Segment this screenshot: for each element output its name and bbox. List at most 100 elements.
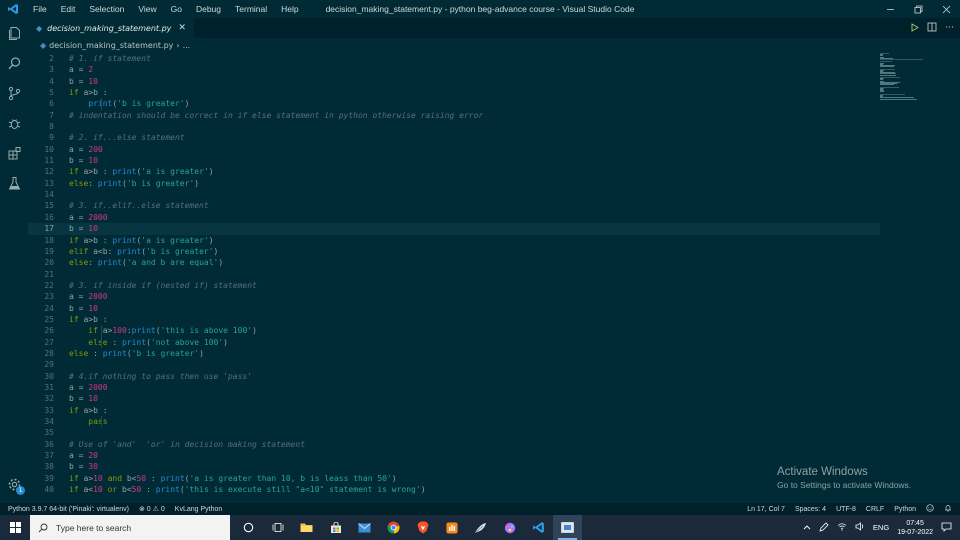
code-line[interactable]: 40 if a<10 or b<50 : print('this is execu… — [28, 484, 880, 495]
code-line[interactable]: 12 if a>b : print('a is greater') — [28, 166, 880, 177]
breadcrumb-file[interactable]: decision_making_statement.py — [49, 41, 173, 50]
code-line[interactable]: 33 if a>b : — [28, 405, 880, 416]
code-line[interactable]: 32 b = 10 — [28, 393, 880, 404]
code-line[interactable]: 14 — [28, 189, 880, 200]
minimap[interactable] — [880, 53, 960, 503]
code-line[interactable]: 7 # indentation should be correct in if e… — [28, 110, 880, 121]
close-window-button[interactable] — [932, 0, 960, 18]
code-line[interactable]: 3a = 2 — [28, 64, 880, 75]
code-line[interactable]: 16 a = 2000 — [28, 212, 880, 223]
code-line[interactable]: 31 a = 2000 — [28, 382, 880, 393]
brave-app[interactable] — [408, 515, 437, 540]
office-app[interactable] — [437, 515, 466, 540]
code-line[interactable]: 37 a = 20 — [28, 450, 880, 461]
volume-button[interactable] — [855, 522, 865, 533]
testing-button[interactable] — [0, 168, 28, 198]
search-button[interactable] — [0, 48, 28, 78]
code-line[interactable]: 19 elif a<b: print('b is greater') — [28, 246, 880, 257]
chrome-app[interactable] — [379, 515, 408, 540]
code-line[interactable]: 9 # 2. if...else statement — [28, 132, 880, 143]
cursor-position[interactable]: Ln 17, Col 7 — [747, 506, 785, 513]
code-line[interactable]: 22 # 3. if inside if (nested if) statemen… — [28, 280, 880, 291]
vscode-app[interactable] — [524, 515, 553, 540]
paint-app[interactable] — [495, 515, 524, 540]
menu-view[interactable]: View — [131, 0, 163, 18]
code-editor[interactable]: 2 # 1. if statement 3 a = 24b = 10 5 if a>b :… — [28, 53, 880, 503]
debug-button[interactable] — [0, 108, 28, 138]
feedback-button[interactable] — [926, 504, 934, 514]
menu-selection[interactable]: Selection — [82, 0, 131, 18]
taskbar-search[interactable]: Type here to search — [30, 515, 230, 540]
file-explorer-app[interactable] — [292, 515, 321, 540]
python-idle-app[interactable] — [466, 515, 495, 540]
code-line[interactable]: 26 if a>100:print('this is above 100') — [28, 325, 880, 337]
menu-file[interactable]: File — [26, 0, 54, 18]
notifications-button[interactable] — [944, 504, 952, 514]
clock[interactable]: 07:45 19-07-2022 — [897, 519, 933, 537]
cortana-button[interactable] — [234, 515, 263, 540]
menu-edit[interactable]: Edit — [54, 0, 83, 18]
start-button[interactable] — [0, 515, 30, 540]
code-line[interactable]: 39 if a>10 and b<50 : print('a is greater… — [28, 473, 880, 484]
code-line[interactable]: 15 # 3. if..elif..else statement — [28, 200, 880, 211]
breadcrumb-more[interactable]: ... — [183, 41, 191, 50]
smiley-icon — [926, 504, 934, 512]
action-center-button[interactable] — [941, 522, 952, 534]
python-interpreter[interactable]: Python 3.9.7 64-bit ('Pinaki': virtualen… — [8, 506, 129, 513]
run-button[interactable] — [910, 22, 920, 34]
menu-debug[interactable]: Debug — [189, 0, 228, 18]
code-line[interactable]: 5 if a>b : — [28, 87, 880, 98]
code-line[interactable]: 24 b = 10 — [28, 303, 880, 314]
manage-button[interactable]: 1 — [0, 469, 28, 499]
more-actions-button[interactable]: ··· — [945, 23, 954, 33]
code-line[interactable]: 38 b = 30 — [28, 461, 880, 472]
language-mode[interactable]: Python — [894, 506, 916, 513]
store-app[interactable] — [321, 515, 350, 540]
show-hidden-icons-button[interactable] — [803, 523, 811, 532]
input-language[interactable]: ENG — [873, 523, 889, 532]
encoding[interactable]: UTF-8 — [836, 506, 856, 513]
line-ending[interactable]: CRLF — [866, 506, 884, 513]
code-line[interactable]: 13 else: print('b is greater') — [28, 178, 880, 189]
code-line[interactable]: 30 # 4.if nothing to pass then use 'pass' — [28, 371, 880, 382]
code-line[interactable]: 35 — [28, 427, 880, 438]
mail-app[interactable] — [350, 515, 379, 540]
kvlang-status[interactable]: KvLang Python — [175, 506, 222, 513]
code-line[interactable]: 18 if a>b : print('a is greater') — [28, 235, 880, 246]
indentation[interactable]: Spaces: 4 — [795, 506, 826, 513]
code-line[interactable]: 17 b = 10 — [28, 223, 880, 235]
network-button[interactable] — [837, 522, 847, 533]
split-editor-button[interactable] — [927, 22, 937, 34]
code-line[interactable]: 21 — [28, 269, 880, 280]
vscode-icon — [533, 522, 544, 533]
code-line[interactable]: 20 else: print('a and b are equal') — [28, 257, 880, 268]
code-line[interactable]: 4b = 10 — [28, 76, 880, 87]
minimize-button[interactable] — [876, 0, 904, 18]
explorer-button[interactable] — [0, 18, 28, 48]
menu-go[interactable]: Go — [164, 0, 189, 18]
code-line[interactable]: 28 else : print('b is greater') — [28, 348, 880, 359]
problems-indicator[interactable]: ⊗ 0 ⚠ 0 — [139, 505, 165, 513]
code-line[interactable]: 36 # Use of 'and' 'or' in decision making… — [28, 439, 880, 450]
code-line[interactable]: 10 a = 200 — [28, 144, 880, 155]
code-line[interactable]: 27 else : print('not above 100') — [28, 336, 880, 348]
code-line[interactable]: 8 — [28, 121, 880, 132]
code-line[interactable]: 23 a = 2000 — [28, 291, 880, 302]
menu-help[interactable]: Help — [274, 0, 305, 18]
menu-terminal[interactable]: Terminal — [228, 0, 274, 18]
code-line[interactable]: 34 pass — [28, 416, 880, 428]
code-line[interactable]: 6 print('b is greater') — [28, 98, 880, 110]
tab-close-button[interactable]: ✕ — [178, 23, 186, 33]
restore-button[interactable] — [904, 0, 932, 18]
task-view-button[interactable] — [263, 515, 292, 540]
pen-workspace-button[interactable] — [819, 521, 829, 534]
code-line[interactable]: 25 if a>b : — [28, 314, 880, 325]
code-line[interactable]: 2 # 1. if statement — [28, 53, 880, 64]
code-line[interactable]: 29 — [28, 359, 880, 370]
tab-decision-making-statement[interactable]: ◆ decision_making_statement.py ✕ — [28, 18, 194, 38]
extensions-button[interactable] — [0, 138, 28, 168]
line-content: if a>b : — [54, 405, 108, 416]
code-line[interactable]: 11 b = 10 — [28, 155, 880, 166]
snipping-tool-app[interactable] — [553, 515, 582, 540]
source-control-button[interactable] — [0, 78, 28, 108]
